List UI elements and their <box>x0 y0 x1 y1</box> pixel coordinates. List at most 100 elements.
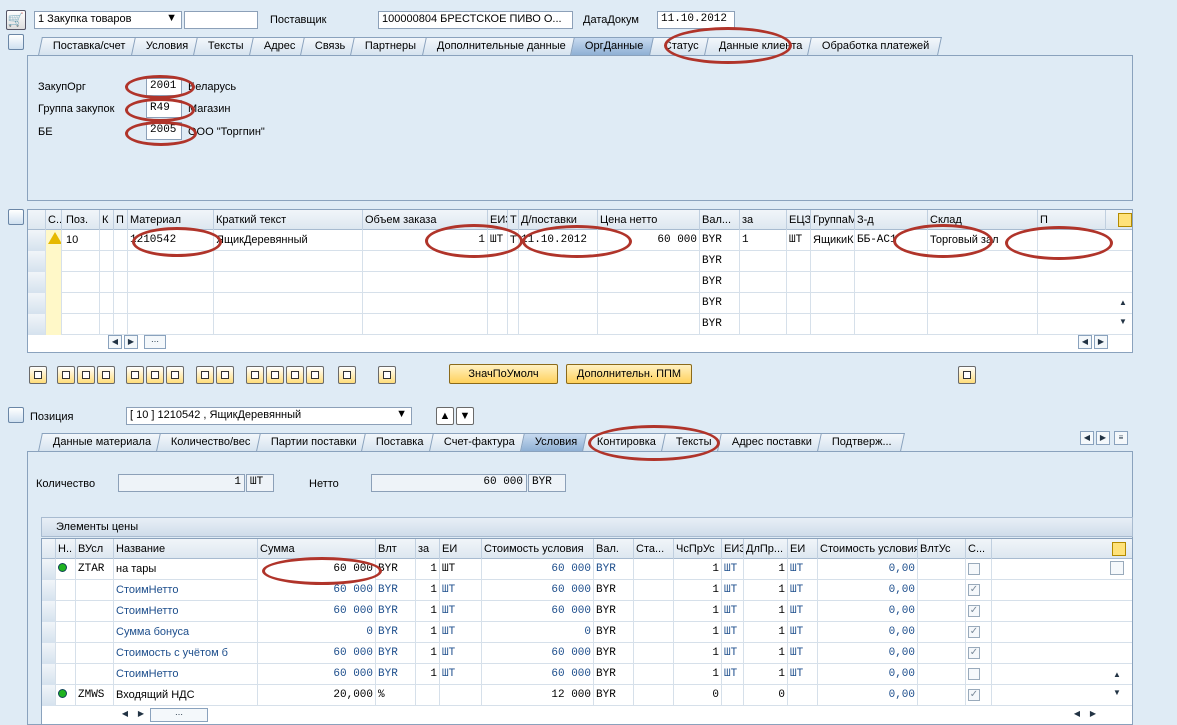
purch-group-field[interactable]: R49 <box>146 100 182 118</box>
table-cell[interactable] <box>855 251 928 272</box>
table-cell[interactable]: ✓ <box>966 622 992 643</box>
table-cell[interactable]: ШТ <box>788 643 818 664</box>
item-tab-5[interactable]: Счет-фактура <box>429 433 528 451</box>
filter-icon[interactable] <box>266 366 284 384</box>
table-cell[interactable]: СтоимНетто <box>114 580 258 601</box>
table-cell[interactable]: 1 <box>416 580 440 601</box>
export-icon[interactable] <box>958 366 976 384</box>
column-header[interactable]: ДлПр... <box>744 539 788 559</box>
scroll-handle[interactable]: ⋯ <box>150 708 208 722</box>
table-cell[interactable] <box>811 251 855 272</box>
checkbox[interactable] <box>968 563 980 576</box>
table-cell[interactable] <box>114 272 128 293</box>
table-cell[interactable] <box>64 251 100 272</box>
table-cell[interactable]: ЯщикДеревянный <box>214 230 363 251</box>
table-cell[interactable] <box>76 664 114 685</box>
table-cell[interactable]: 1 <box>740 230 787 251</box>
row-selector[interactable] <box>28 314 46 335</box>
table-cell[interactable]: ШТ <box>788 580 818 601</box>
table-cell[interactable] <box>634 664 674 685</box>
table-cell[interactable]: BYR <box>594 580 634 601</box>
table-cell[interactable] <box>128 272 214 293</box>
column-settings-icon[interactable] <box>1118 213 1132 227</box>
table-cell[interactable]: 1 <box>363 230 488 251</box>
column-header[interactable]: Д/поставки <box>519 210 598 230</box>
table-cell[interactable] <box>787 272 811 293</box>
table-cell[interactable] <box>519 293 598 314</box>
table-cell[interactable]: ШТ <box>722 601 744 622</box>
table-cell[interactable] <box>788 685 818 706</box>
item-selector[interactable]: [ 10 ] 1210542 , ЯщикДеревянный ▼ <box>126 407 412 425</box>
details-icon[interactable] <box>29 366 47 384</box>
table-cell[interactable]: ШТ <box>488 230 508 251</box>
delete-icon[interactable] <box>126 366 144 384</box>
table-cell[interactable] <box>440 685 482 706</box>
table-cell[interactable]: СтоимНетто <box>114 664 258 685</box>
filter-delete-icon[interactable] <box>306 366 324 384</box>
row-selector[interactable] <box>28 293 46 314</box>
checkbox[interactable] <box>968 668 980 681</box>
tab-4[interactable]: Адрес <box>248 37 308 55</box>
table-cell[interactable]: 0 <box>258 622 376 643</box>
table-cell[interactable] <box>519 251 598 272</box>
table-cell[interactable]: ZTAR <box>76 559 114 580</box>
table-cell[interactable] <box>100 314 114 335</box>
table-cell[interactable] <box>363 251 488 272</box>
table-cell[interactable]: 1 <box>674 559 722 580</box>
row-selector[interactable] <box>42 685 56 706</box>
table-row[interactable]: 10 1210542 ЯщикДеревянный 1 ШТ T 11.10.2012 60 … <box>28 230 1132 251</box>
table-cell[interactable] <box>488 251 508 272</box>
table-cell[interactable] <box>634 580 674 601</box>
checkbox[interactable]: ✓ <box>968 584 980 597</box>
item-tab-10[interactable]: Подтверж... <box>816 433 905 451</box>
table-cell[interactable]: 60 000 <box>258 580 376 601</box>
table-cell[interactable]: ✓ <box>966 685 992 706</box>
table-cell[interactable] <box>928 251 1038 272</box>
scroll-left-icon[interactable]: ◀ <box>1070 708 1084 722</box>
row-selector[interactable] <box>42 664 56 685</box>
table-cell[interactable]: Торговый зал <box>928 230 1038 251</box>
table-cell[interactable] <box>740 251 787 272</box>
default-values-button[interactable]: ЗначПоУмолч <box>449 364 558 384</box>
tab-10[interactable]: Данные клиента <box>703 37 816 55</box>
table-cell[interactable]: ШТ <box>788 601 818 622</box>
table-cell[interactable]: ШТ <box>440 580 482 601</box>
table-cell[interactable]: BYR <box>376 643 416 664</box>
table-cell[interactable] <box>114 314 128 335</box>
table-cell[interactable]: 1 <box>744 601 788 622</box>
table-cell[interactable] <box>64 293 100 314</box>
table-cell[interactable]: 1 <box>416 622 440 643</box>
table-cell[interactable] <box>114 251 128 272</box>
table-row[interactable]: BYR <box>28 314 1132 335</box>
item-tab-6[interactable]: Условия <box>519 433 591 451</box>
column-header[interactable]: ЕИЗ <box>488 210 508 230</box>
table-cell[interactable] <box>787 293 811 314</box>
scroll-right-icon[interactable]: ▶ <box>1094 335 1108 349</box>
table-cell[interactable]: 0,00 <box>818 685 918 706</box>
table-cell[interactable]: 1 <box>416 664 440 685</box>
table-cell[interactable] <box>918 559 966 580</box>
table-cell[interactable] <box>928 314 1038 335</box>
table-cell[interactable] <box>811 314 855 335</box>
table-cell[interactable]: 1 <box>416 559 440 580</box>
table-cell[interactable] <box>508 314 519 335</box>
table-cell[interactable]: ✓ <box>966 580 992 601</box>
table-cell[interactable] <box>740 314 787 335</box>
table-cell[interactable] <box>100 251 114 272</box>
table-cell[interactable]: ZMWS <box>76 685 114 706</box>
table-cell[interactable]: 1 <box>674 664 722 685</box>
column-header[interactable]: Склад <box>928 210 1038 230</box>
table-cell[interactable]: % <box>376 685 416 706</box>
table-cell[interactable]: 60 000 <box>258 559 376 580</box>
table-cell[interactable]: BYR <box>700 293 740 314</box>
scroll-up-icon[interactable]: ▲ <box>1116 297 1130 311</box>
table-cell[interactable]: на тары <box>114 559 258 580</box>
table-cell[interactable] <box>488 272 508 293</box>
scroll-left-icon[interactable]: ◀ <box>108 335 122 349</box>
table-cell[interactable]: 60 000 <box>482 664 594 685</box>
table-cell[interactable] <box>214 272 363 293</box>
table-cell[interactable]: 60 000 <box>482 580 594 601</box>
table-cell[interactable]: 1 <box>416 601 440 622</box>
lock-icon[interactable] <box>146 366 164 384</box>
table-row[interactable]: BYR <box>28 293 1132 314</box>
